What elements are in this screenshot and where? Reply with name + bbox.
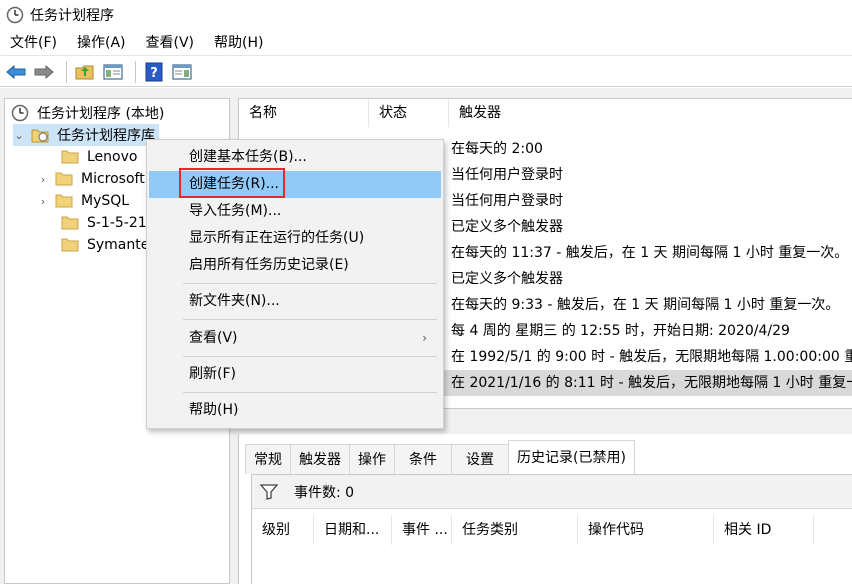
menu-item-create-basic-task[interactable]: 创建基本任务(B)...: [149, 144, 441, 171]
menu-action[interactable]: 操作(A): [67, 31, 136, 55]
toolbar: ?: [0, 57, 852, 87]
forward-arrow-icon: [34, 64, 54, 79]
clock-icon: [6, 6, 24, 24]
event-filter-bar: 事件数: 0: [252, 475, 852, 509]
tab-actions[interactable]: 操作: [349, 444, 395, 474]
menu-help[interactable]: 帮助(H): [204, 31, 273, 55]
tree-item-label: S-1-5-21: [87, 215, 147, 231]
tab-history[interactable]: 历史记录(已禁用): [508, 440, 635, 474]
menu-item-display-running[interactable]: 显示所有正在运行的任务(U): [149, 225, 441, 252]
column-header-date[interactable]: 日期和...: [314, 515, 392, 545]
annotation-highlight-box: [179, 168, 285, 198]
trigger-cell: 当任何用户登录时: [451, 167, 563, 183]
menu-view[interactable]: 查看(V): [136, 31, 205, 55]
help-icon: ?: [145, 62, 163, 81]
tab-triggers[interactable]: 触发器: [290, 444, 350, 474]
tree-item-mysql[interactable]: › MySQL: [37, 190, 129, 212]
window-title: 任务计划程序: [30, 8, 114, 24]
column-header-event[interactable]: 事件 ...: [392, 515, 452, 545]
trigger-cell: 在 2021/1/16 的 8:11 时 - 触发后，无限期地每隔 1 小时 重…: [451, 375, 852, 391]
history-panel: 事件数: 0 级别 日期和... 事件 ... 任务类别 操作代码 相关 ID: [251, 474, 852, 584]
clock-icon: [11, 104, 29, 122]
folder-clock-icon: [31, 129, 49, 143]
detail-tabs: 常规 触发器 操作 条件 设置 历史记录(已禁用): [245, 440, 635, 474]
trigger-cell: 已定义多个触发器: [451, 219, 563, 235]
folder-icon: [61, 216, 79, 230]
filter-icon[interactable]: [260, 483, 278, 500]
task-detail-pane: 常规 触发器 操作 条件 设置 历史记录(已禁用) 事件数: 0 级别 日期和.…: [238, 434, 852, 584]
tab-settings[interactable]: 设置: [451, 444, 509, 474]
help-button[interactable]: ?: [142, 60, 166, 84]
tree-item-label: MySQL: [81, 193, 130, 209]
column-header-trigger[interactable]: 触发器: [449, 99, 852, 127]
forward-button[interactable]: [32, 60, 56, 84]
toolbar-separator: [135, 60, 136, 83]
menu-bar: 文件(F) 操作(A) 查看(V) 帮助(H): [0, 30, 852, 56]
menu-item-view[interactable]: 查看(V) ›: [149, 325, 441, 352]
chevron-right-icon: ›: [422, 331, 427, 345]
tree-item-library[interactable]: ⌄ 任务计划程序库: [13, 124, 159, 146]
column-header-level[interactable]: 级别: [252, 515, 314, 545]
column-header-opcode[interactable]: 操作代码: [578, 515, 714, 545]
tree-item-label: 任务计划程序 (本地): [37, 106, 165, 122]
folder-icon: [61, 238, 79, 252]
event-list-header: 级别 日期和... 事件 ... 任务类别 操作代码 相关 ID: [252, 515, 852, 545]
back-button[interactable]: [4, 60, 28, 84]
back-arrow-icon: [6, 64, 26, 79]
folder-icon: [61, 150, 79, 164]
menu-item-help[interactable]: 帮助(H): [149, 397, 441, 424]
menu-separator: [183, 319, 437, 320]
menu-item-label: 查看(V): [189, 330, 238, 346]
show-hide-tree-icon: [103, 63, 123, 80]
menu-item-import-task[interactable]: 导入任务(M)...: [149, 198, 441, 225]
tab-conditions[interactable]: 条件: [394, 444, 452, 474]
column-header-category[interactable]: 任务类别: [452, 515, 578, 545]
trigger-cell: 当任何用户登录时: [451, 193, 563, 209]
trigger-cell: 已定义多个触发器: [451, 271, 563, 287]
title-bar: 任务计划程序: [0, 0, 852, 30]
menu-item-enable-history[interactable]: 启用所有任务历史记录(E): [149, 252, 441, 279]
column-header-status[interactable]: 状态: [369, 99, 449, 127]
folder-icon: [55, 194, 73, 208]
chevron-down-icon[interactable]: ⌄: [13, 129, 25, 142]
trigger-cell: 在 1992/5/1 的 9:00 时 - 触发后，无限期地每隔 1.00:00…: [451, 349, 852, 365]
tree-item-sid[interactable]: S-1-5-21: [43, 212, 147, 234]
tab-general[interactable]: 常规: [245, 444, 291, 474]
menu-file[interactable]: 文件(F): [0, 31, 67, 55]
tree-item-lenovo[interactable]: Lenovo: [43, 146, 137, 168]
up-folder-button[interactable]: [73, 60, 97, 84]
menu-separator: [183, 356, 437, 357]
svg-text:?: ?: [150, 66, 158, 81]
tree-item-microsoft[interactable]: › Microsoft: [37, 168, 145, 190]
up-folder-icon: [75, 65, 94, 79]
toolbar-separator: [66, 60, 67, 83]
trigger-cell: 在每天的 9:33 - 触发后，在 1 天 期间每隔 1 小时 重复一次。: [451, 297, 840, 313]
event-count: 事件数: 0: [294, 484, 355, 501]
menu-item-refresh[interactable]: 刷新(F): [149, 361, 441, 388]
menu-separator: [183, 392, 437, 393]
trigger-cell: 在每天的 2:00: [451, 141, 543, 157]
tree-item-label: 任务计划程序库: [57, 128, 155, 144]
menu-separator: [183, 283, 437, 284]
show-action-pane-button[interactable]: [170, 60, 194, 84]
folder-icon: [55, 172, 73, 186]
show-action-pane-icon: [172, 63, 192, 80]
trigger-cell: 在每天的 11:37 - 触发后，在 1 天 期间每隔 1 小时 重复一次。: [451, 245, 849, 261]
trigger-cell: 每 4 周的 星期三 的 12:55 时，开始日期: 2020/4/29: [451, 323, 790, 339]
column-header-name[interactable]: 名称: [239, 99, 369, 127]
show-hide-tree-button[interactable]: [101, 60, 125, 84]
tree-item-symantec[interactable]: Symantec: [43, 234, 157, 256]
tree-item-root[interactable]: 任务计划程序 (本地): [11, 102, 164, 124]
column-header-correlation-id[interactable]: 相关 ID: [714, 515, 814, 545]
menu-item-new-folder[interactable]: 新文件夹(N)...: [149, 288, 441, 315]
chevron-right-icon[interactable]: ›: [37, 195, 49, 208]
tree-item-label: Lenovo: [87, 149, 138, 165]
task-list-header: 名称 状态 触发器: [239, 99, 852, 127]
tree-item-label: Microsoft: [81, 171, 145, 187]
chevron-right-icon[interactable]: ›: [37, 173, 49, 186]
